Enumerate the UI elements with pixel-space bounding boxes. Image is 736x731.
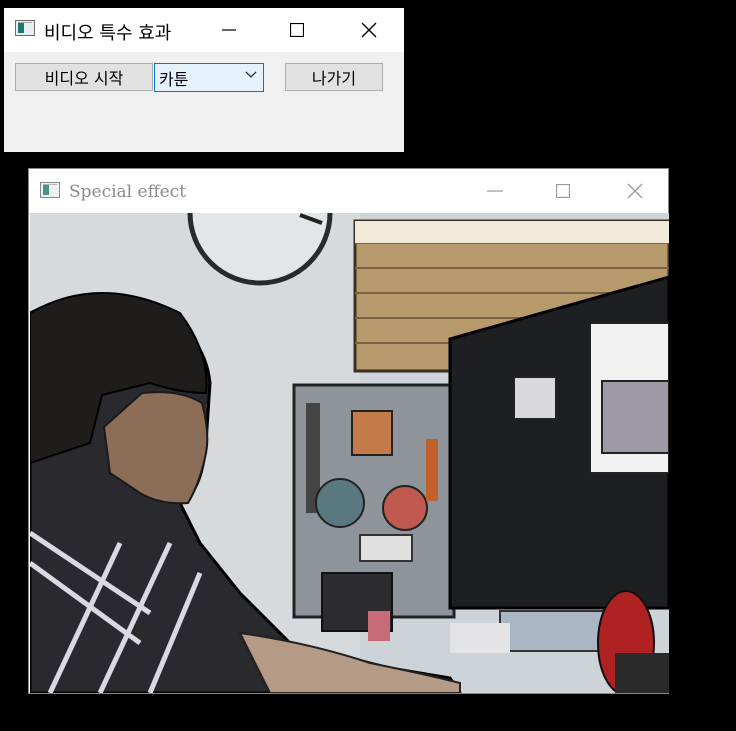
start-video-button[interactable]: 비디오 시작 — [15, 63, 153, 91]
effect-select-value: 카툰 — [159, 70, 189, 89]
effect-window: Special effect — [28, 168, 669, 694]
video-frame — [30, 213, 669, 693]
maximize-button[interactable] — [274, 12, 320, 48]
minimize-icon — [487, 190, 503, 192]
main-window: 비디오 특수 효과 비디오 시작 카툰 나가기 — [4, 8, 404, 152]
effect-titlebar[interactable]: Special effect — [29, 169, 668, 213]
minimize-icon — [222, 29, 236, 31]
app-icon — [15, 20, 35, 36]
effect-window-title: Special effect — [69, 182, 187, 202]
effect-maximize-button[interactable] — [540, 173, 586, 209]
main-window-title: 비디오 특수 효과 — [44, 23, 172, 44]
effect-minimize-button[interactable] — [472, 173, 518, 209]
maximize-icon — [290, 23, 304, 37]
maximize-icon — [556, 184, 570, 198]
effect-app-icon — [40, 182, 60, 198]
effect-close-button[interactable] — [612, 173, 658, 209]
chevron-down-icon — [245, 71, 257, 78]
close-icon — [361, 22, 377, 38]
close-button[interactable] — [346, 12, 392, 48]
effect-select[interactable]: 카툰 — [154, 63, 264, 92]
minimize-button[interactable] — [206, 12, 252, 48]
close-icon — [627, 183, 643, 199]
exit-button[interactable]: 나가기 — [285, 63, 383, 91]
cartoon-video-image — [30, 213, 669, 693]
main-titlebar[interactable]: 비디오 특수 효과 — [4, 8, 404, 52]
